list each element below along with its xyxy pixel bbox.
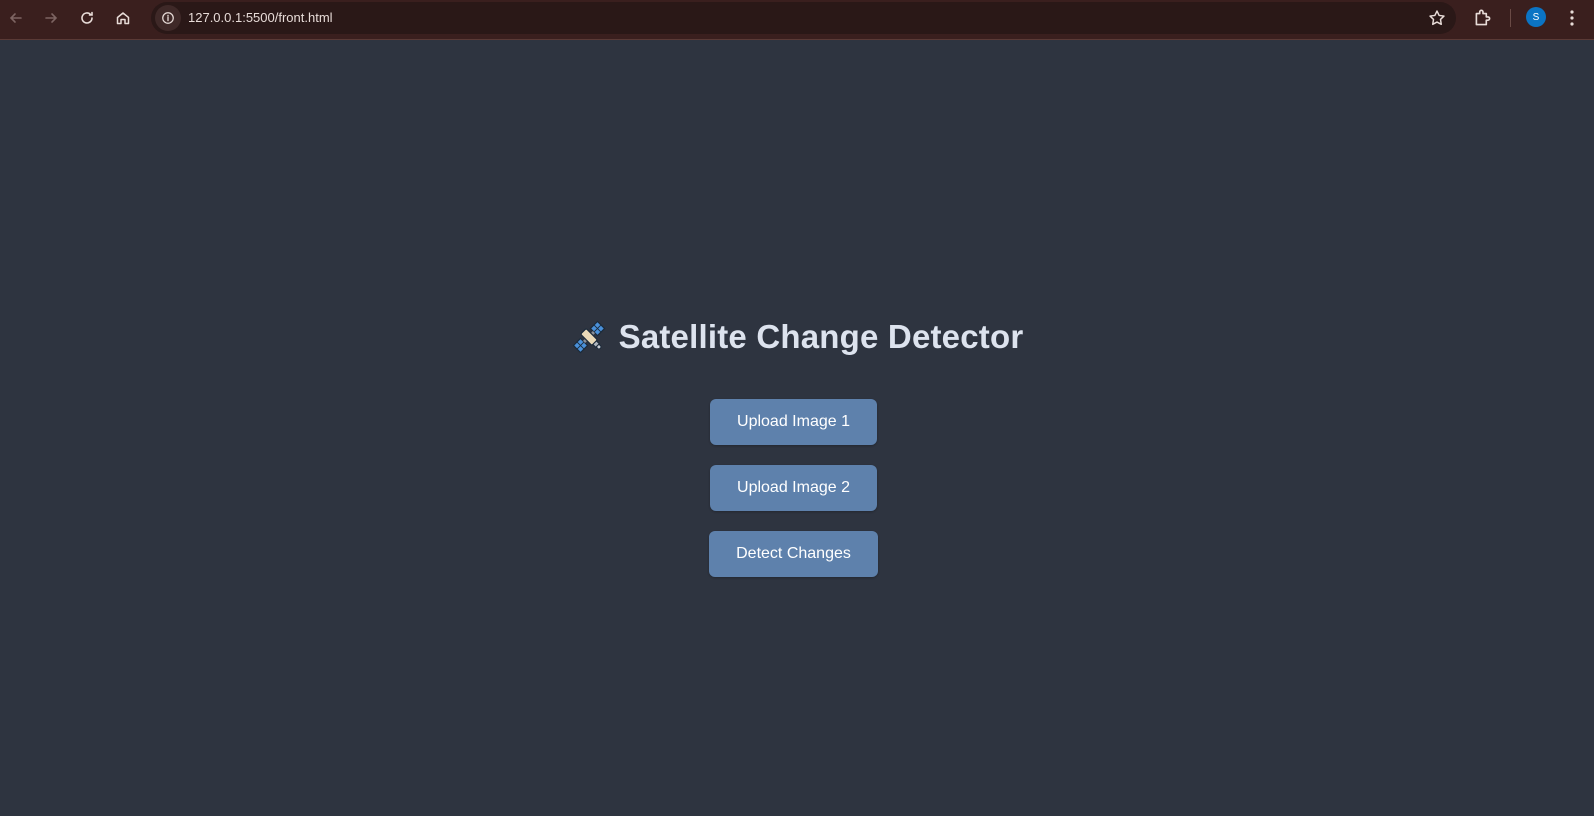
site-info-icon[interactable] (155, 5, 181, 31)
page-heading: Satellite Change Detector (0, 318, 1594, 356)
toolbar-divider (1510, 9, 1511, 27)
home-button[interactable] (109, 4, 137, 32)
satellite-icon (572, 320, 606, 354)
reload-icon (81, 11, 93, 24)
home-icon (116, 12, 130, 25)
profile-avatar[interactable]: S (1526, 7, 1546, 27)
url-text[interactable]: 127.0.0.1:5500/front.html (188, 10, 333, 25)
forward-button[interactable] (37, 4, 65, 32)
upload-image-2-button[interactable]: Upload Image 2 (710, 465, 877, 511)
page-title: Satellite Change Detector (618, 318, 1024, 355)
address-bar[interactable]: 127.0.0.1:5500/front.html (151, 2, 1456, 34)
forward-arrow-icon (45, 13, 58, 23)
bookmark-star-icon[interactable] (1428, 9, 1446, 27)
back-button[interactable] (2, 4, 30, 32)
back-arrow-icon (9, 13, 22, 23)
browser-toolbar: 127.0.0.1:5500/front.html S (0, 0, 1594, 40)
detect-changes-button[interactable]: Detect Changes (709, 531, 878, 577)
extensions-puzzle-icon[interactable] (1472, 7, 1494, 29)
reload-button[interactable] (73, 4, 101, 32)
upload-image-1-button[interactable]: Upload Image 1 (710, 399, 877, 445)
kebab-menu-icon[interactable] (1562, 7, 1582, 29)
